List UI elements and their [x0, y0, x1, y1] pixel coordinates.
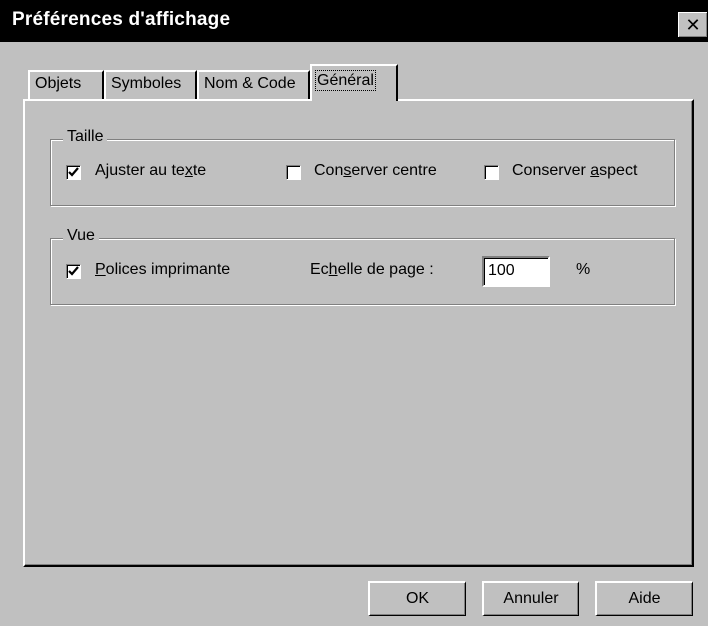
label-conserver-aspect[interactable]: Conserver aspect: [512, 162, 637, 180]
echelle-input[interactable]: 100: [482, 256, 550, 287]
label-echelle-page: Echelle de page :: [310, 261, 434, 278]
group-label-vue: Vue: [63, 227, 99, 245]
tab-label: Nom & Code: [204, 75, 296, 92]
label-conserver-centre[interactable]: Conserver centre: [314, 162, 437, 180]
checkbox-conserver-aspect[interactable]: [484, 165, 499, 180]
ok-button-label: OK: [405, 590, 430, 607]
close-icon: ✕: [685, 15, 701, 35]
checkbox-conserver-centre[interactable]: [286, 165, 301, 180]
tab-nom-code[interactable]: Nom & Code: [197, 70, 310, 100]
tab-label: Objets: [35, 75, 82, 92]
tab-label: Général: [315, 70, 376, 91]
tab-symboles[interactable]: Symboles: [104, 70, 197, 100]
group-label-taille: Taille: [63, 128, 108, 146]
check-mark-icon: [68, 266, 79, 276]
close-button[interactable]: ✕: [678, 12, 708, 38]
label-polices-imprimante[interactable]: Polices imprimante: [95, 261, 230, 279]
checkbox-ajuster-texte[interactable]: [66, 165, 81, 180]
label-ajuster-texte[interactable]: Ajuster au texte: [95, 162, 206, 180]
tab-objets[interactable]: Objets: [28, 70, 104, 100]
check-mark-icon: [68, 167, 79, 177]
percent-unit-label: %: [576, 261, 591, 278]
help-button[interactable]: Aide: [595, 581, 693, 616]
title-bar: Préférences d'affichage ✕: [0, 0, 708, 42]
tab-general[interactable]: Général: [310, 64, 398, 101]
tab-label: Symboles: [111, 75, 182, 92]
cancel-button-label: Annuler: [503, 590, 559, 607]
cancel-button[interactable]: Annuler: [482, 581, 579, 616]
ok-button[interactable]: OK: [368, 581, 466, 616]
checkbox-polices-imprimante[interactable]: [66, 264, 81, 279]
help-button-label: Aide: [628, 590, 661, 607]
window-title: Préférences d'affichage: [12, 9, 231, 30]
